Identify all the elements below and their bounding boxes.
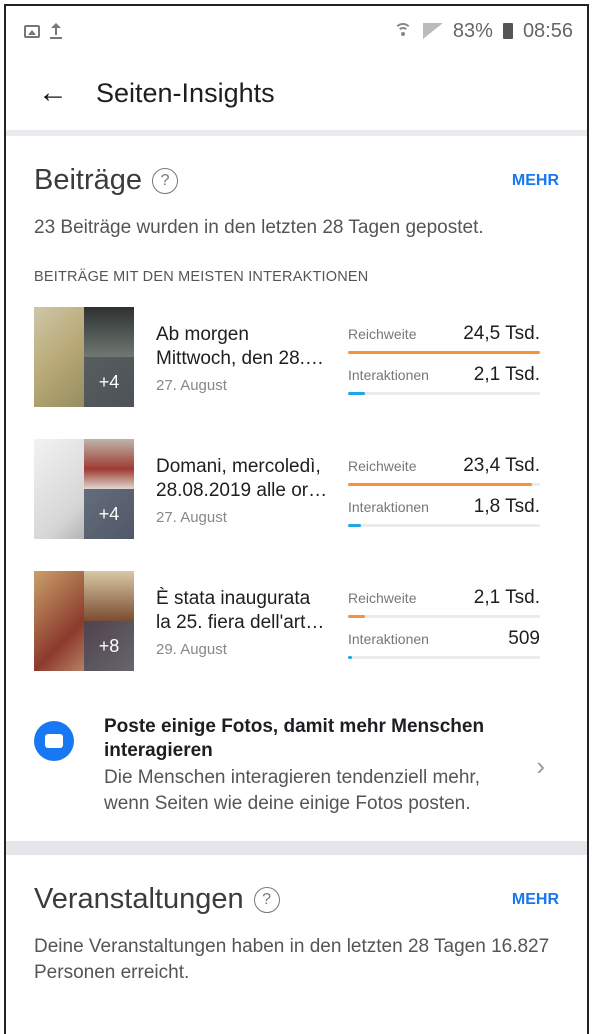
events-section: Veranstaltungen ? MEHR Deine Veranstaltu… <box>6 883 587 986</box>
battery-icon <box>502 23 513 39</box>
top-posts-label: BEITRÄGE MIT DEN MEISTEN INTERAKTIONEN <box>34 269 369 285</box>
interactions-value: 509 <box>508 628 540 649</box>
more-photos-count: +8 <box>84 621 134 671</box>
events-description: Deine Veranstaltungen haben in den letzt… <box>34 936 550 983</box>
interactions-bar-fill <box>348 656 352 659</box>
interactions-value: 2,1 Tsd. <box>473 364 540 385</box>
post-title: la 25. fiera dell'art… <box>156 612 325 633</box>
post-list: +4 Ab morgen Mittwoch, den 28.… 27. Augu… <box>34 307 559 681</box>
posts-section: Beiträge ? MEHR 23 Beiträge wurden in de… <box>6 164 587 817</box>
reach-bar <box>348 351 540 354</box>
back-arrow-icon[interactable]: ← <box>38 76 68 110</box>
post-row[interactable]: +4 Domani, mercoledì, 28.08.2019 alle or… <box>34 439 559 549</box>
post-row[interactable]: +4 Ab morgen Mittwoch, den 28.… 27. Augu… <box>34 307 559 417</box>
post-title: 28.08.2019 alle or… <box>156 480 328 501</box>
clock: 08:56 <box>522 19 573 42</box>
comment-icon <box>34 721 74 761</box>
tip-text: Die Menschen interagieren tendenziell me… <box>104 767 480 814</box>
post-date: 27. August <box>156 377 227 394</box>
help-icon[interactable]: ? <box>253 886 280 913</box>
reach-bar <box>348 615 540 618</box>
events-section-title: Veranstaltungen <box>34 883 244 915</box>
help-icon[interactable]: ? <box>152 167 179 194</box>
reach-value: 2,1 Tsd. <box>473 587 540 608</box>
interactions-label: Interaktionen <box>348 631 429 647</box>
post-thumbnail: +8 <box>34 571 134 671</box>
interactions-bar <box>348 524 540 527</box>
post-title: Domani, mercoledì, <box>156 456 321 477</box>
reach-bar-fill <box>348 615 366 618</box>
reach-bar-fill <box>348 483 533 486</box>
posts-section-title: Beiträge <box>34 164 143 196</box>
photo-tip-card[interactable]: Poste einige Fotos, damit mehr Menschen … <box>34 715 559 817</box>
reach-value: 23,4 Tsd. <box>463 455 540 476</box>
interactions-bar <box>348 656 540 659</box>
reach-bar <box>348 483 540 486</box>
post-date: 29. August <box>156 641 227 658</box>
interactions-bar-fill <box>348 524 362 527</box>
post-date: 27. August <box>156 509 227 526</box>
post-thumbnail: +4 <box>34 439 134 539</box>
reach-label: Reichweite <box>348 326 417 342</box>
reach-value: 24,5 Tsd. <box>463 323 540 344</box>
page-title: Seiten-Insights <box>96 77 275 108</box>
post-title: Ab morgen <box>156 324 249 345</box>
post-thumbnail: +4 <box>34 307 134 407</box>
interactions-bar-fill <box>348 392 366 395</box>
wifi-icon <box>393 23 413 39</box>
reach-label: Reichweite <box>348 458 417 474</box>
more-photos-count: +4 <box>84 357 134 407</box>
posts-more-link[interactable]: MEHR <box>512 172 559 190</box>
interactions-label: Interaktionen <box>348 499 429 515</box>
signal-icon <box>422 23 443 39</box>
interactions-label: Interaktionen <box>348 367 429 383</box>
more-photos-count: +4 <box>84 489 134 539</box>
post-row[interactable]: +8 È stata inaugurata la 25. fiera dell'… <box>34 571 559 681</box>
chevron-right-icon: › <box>536 750 545 781</box>
posts-description: 23 Beiträge wurden in den letzten 28 Tag… <box>34 217 484 238</box>
interactions-bar <box>348 392 540 395</box>
status-bar: 83% 08:56 <box>6 6 587 56</box>
app-frame: 83% 08:56 ← Seiten-Insights Beiträge ? M… <box>4 4 589 1034</box>
app-header: ← Seiten-Insights <box>6 56 587 136</box>
tip-title: Poste einige Fotos, damit mehr Menschen … <box>104 716 485 761</box>
battery-percent: 83% <box>452 19 493 42</box>
reach-label: Reichweite <box>348 590 417 606</box>
interactions-value: 1,8 Tsd. <box>473 496 540 517</box>
post-title: Mittwoch, den 28.… <box>156 348 324 369</box>
events-more-link[interactable]: MEHR <box>512 891 559 909</box>
image-notification-icon <box>24 24 40 38</box>
post-title: È stata inaugurata <box>156 588 311 609</box>
upload-notification-icon <box>50 23 62 39</box>
reach-bar-fill <box>348 351 540 354</box>
section-divider <box>6 841 587 855</box>
